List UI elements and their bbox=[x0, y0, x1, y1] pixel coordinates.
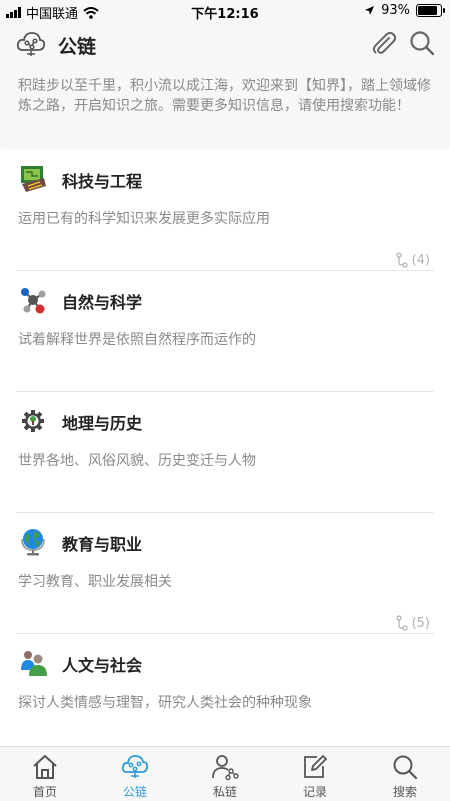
category-title: 地理与历史 bbox=[62, 414, 143, 433]
category-description: 世界各地、风俗风貌、历史变迁与人物 bbox=[18, 453, 256, 469]
tab-label: 公链 bbox=[122, 785, 147, 799]
category-title: 人文与社会 bbox=[62, 656, 143, 675]
battery-percent: 93% bbox=[381, 3, 410, 18]
status-bar: 中国联通 下午12:16 93% bbox=[0, 0, 450, 22]
top-nav-bar: 公链 bbox=[0, 22, 450, 66]
cloud-network-icon bbox=[121, 755, 149, 778]
tab-label: 私链 bbox=[212, 785, 237, 799]
category-card-tech[interactable]: 科技与工程 运用已有的科学知识来发展更多实际应用 (4) bbox=[16, 150, 434, 271]
tab-label: 搜索 bbox=[392, 785, 417, 799]
molecule-icon bbox=[21, 288, 46, 314]
tab-public-chain[interactable]: 公链 bbox=[90, 747, 180, 801]
circuit-board-icon bbox=[21, 166, 46, 192]
link-chain-icon bbox=[395, 615, 408, 631]
edit-icon bbox=[304, 755, 327, 778]
intro-banner: 积跬步以至千里，积小流以成江海，欢迎来到【知界】，踏上领域修炼之路，开启知识之旅… bbox=[0, 66, 450, 146]
tab-records[interactable]: 记录 bbox=[270, 747, 360, 801]
category-card-geography[interactable]: 地理与历史 世界各地、风俗风貌、历史变迁与人物 bbox=[16, 392, 434, 513]
bottom-tab-bar: 首页 公链 私链 记录 搜索 bbox=[0, 746, 450, 801]
globe-icon bbox=[21, 529, 45, 556]
category-title: 教育与职业 bbox=[62, 535, 143, 554]
home-icon bbox=[33, 755, 57, 779]
gear-tree-icon bbox=[22, 410, 44, 432]
link-count: (5) bbox=[395, 615, 430, 631]
category-title: 科技与工程 bbox=[62, 172, 143, 191]
paperclip-icon[interactable] bbox=[370, 30, 398, 58]
people-icon bbox=[21, 651, 47, 676]
tab-home[interactable]: 首页 bbox=[0, 747, 90, 801]
link-chain-icon bbox=[395, 252, 408, 268]
category-description: 探讨人类情感与理智，研究人类社会的种种现象 bbox=[18, 695, 312, 711]
cloud-network-icon[interactable] bbox=[16, 30, 46, 58]
search-icon[interactable] bbox=[408, 29, 436, 57]
category-title: 自然与科学 bbox=[62, 293, 143, 312]
tab-label: 首页 bbox=[32, 785, 57, 799]
category-description: 学习教育、职业发展相关 bbox=[18, 574, 172, 590]
tab-label: 记录 bbox=[302, 785, 327, 799]
category-description: 运用已有的科学知识来发展更多实际应用 bbox=[18, 211, 270, 227]
intro-text: 积跬步以至千里，积小流以成江海，欢迎来到【知界】，踏上领域修炼之路，开启知识之旅… bbox=[18, 78, 431, 114]
battery-icon bbox=[416, 4, 445, 17]
location-arrow-icon bbox=[365, 6, 375, 15]
user-network-icon bbox=[212, 755, 239, 781]
category-card-nature[interactable]: 自然与科学 试着解释世界是依照自然程序而运作的 bbox=[16, 271, 434, 392]
page-title: 公链 bbox=[58, 36, 97, 58]
tab-private-chain[interactable]: 私链 bbox=[180, 747, 270, 801]
category-list: 科技与工程 运用已有的科学知识来发展更多实际应用 (4) 自然与科学 试着解释世… bbox=[0, 150, 450, 746]
category-card-education[interactable]: 教育与职业 学习教育、职业发展相关 (5) bbox=[16, 513, 434, 634]
category-card-humanities[interactable]: 人文与社会 探讨人类情感与理智，研究人类社会的种种现象 bbox=[16, 634, 434, 746]
link-count: (4) bbox=[395, 252, 430, 268]
search-icon bbox=[393, 755, 418, 780]
category-description: 试着解释世界是依照自然程序而运作的 bbox=[18, 332, 256, 348]
tab-search[interactable]: 搜索 bbox=[360, 747, 450, 801]
